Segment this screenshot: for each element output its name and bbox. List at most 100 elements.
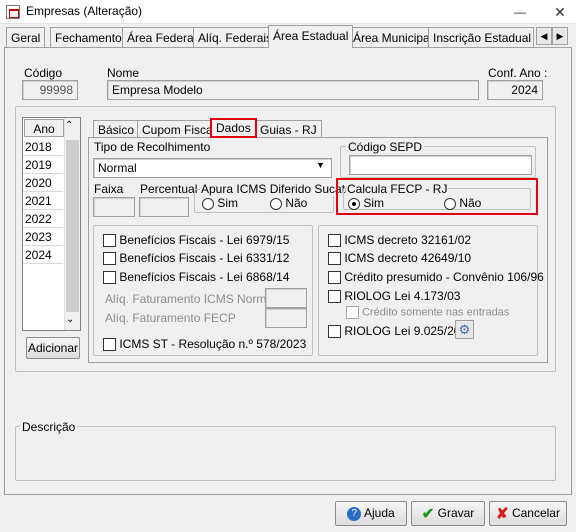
- beneficio-6979-checkbox[interactable]: Benefícios Fiscais - Lei 6979/15: [103, 233, 290, 248]
- percentual-field[interactable]: [139, 197, 189, 217]
- apura-nao-radio[interactable]: Não: [270, 196, 307, 210]
- decreto-label: ICMS decreto 32161/02: [344, 233, 472, 247]
- credito-presumido-checkbox[interactable]: Crédito presumido - Convênio 106/96: [328, 270, 544, 285]
- scroll-up-icon[interactable]: ⌃: [65, 120, 73, 131]
- apura-nao-label: Não: [285, 196, 308, 210]
- cancelar-button[interactable]: ✘ Cancelar: [489, 501, 567, 526]
- subtab-basico[interactable]: Básico: [93, 120, 140, 138]
- icms-32161-checkbox[interactable]: ICMS decreto 32161/02: [328, 233, 472, 248]
- radio-icon: [444, 197, 456, 210]
- tab-fechamento[interactable]: Fechamento: [50, 27, 127, 47]
- decreto-label: Crédito presumido - Convênio 106/96: [344, 270, 544, 284]
- codigo-field[interactable]: 99998: [22, 80, 78, 100]
- subtab-cupom-fiscal[interactable]: Cupom Fiscal: [137, 120, 221, 138]
- decreto-label: ICMS decreto 42649/10: [344, 251, 472, 265]
- riolog-4173-checkbox[interactable]: RIOLOG Lei 4.173/03: [328, 289, 461, 304]
- year-item[interactable]: 2020: [23, 174, 63, 192]
- descricao-group: [15, 426, 556, 481]
- tab-scroll-right-icon[interactable]: ▶: [552, 27, 568, 45]
- help-icon: ?: [347, 506, 362, 521]
- radio-selected-icon: [348, 197, 360, 210]
- ajuda-label: Ajuda: [363, 506, 395, 520]
- scroll-thumb[interactable]: [66, 140, 79, 312]
- beneficio-label: Benefícios Fiscais - Lei 6868/14: [119, 270, 290, 284]
- checkbox-icon: [103, 234, 116, 248]
- conf-ano-field[interactable]: 2024: [487, 80, 543, 100]
- beneficio-6868-checkbox[interactable]: Benefícios Fiscais - Lei 6868/14: [103, 270, 290, 285]
- year-item[interactable]: 2024: [23, 246, 63, 264]
- chevron-down-icon[interactable]: ▼: [316, 160, 325, 170]
- checkbox-icon: [328, 325, 341, 339]
- percentual-label: Percentual: [140, 182, 198, 196]
- cancelar-label: Cancelar: [511, 506, 560, 520]
- sepd-field[interactable]: [349, 155, 532, 175]
- tab-aliq-federais[interactable]: Alíq. Federais: [193, 27, 278, 47]
- tipo-recolhimento-select[interactable]: Normal: [93, 158, 332, 178]
- apura-sim-radio[interactable]: Sim: [202, 196, 238, 210]
- icms-st-checkbox[interactable]: ICMS ST - Resolução n.º 578/2023: [103, 337, 307, 352]
- sepd-label: Código SEPD: [346, 140, 425, 154]
- fecp-nao-radio[interactable]: Não: [444, 196, 481, 210]
- adicionar-button[interactable]: Adicionar: [26, 337, 80, 359]
- aliq-fecp-field[interactable]: [265, 308, 307, 328]
- subtab-guias-rj[interactable]: Guias - RJ: [255, 120, 322, 138]
- icms-st-label: ICMS ST - Resolução n.º 578/2023: [119, 337, 307, 351]
- checkbox-icon: [346, 306, 359, 319]
- year-item[interactable]: 2022: [23, 210, 63, 228]
- tab-geral[interactable]: Geral: [6, 27, 46, 47]
- years-header[interactable]: Ano: [24, 119, 64, 137]
- fecp-sim-label: Sim: [363, 196, 385, 210]
- gear-icon[interactable]: ⚙: [455, 320, 474, 339]
- aliq-icms-normal-label: Alíq. Faturamento ICMS Normal: [105, 292, 276, 306]
- tab-inscricao-estadual[interactable]: Inscrição Estadual S: [428, 27, 534, 47]
- aliq-icms-normal-field[interactable]: [265, 288, 307, 308]
- checkbox-icon: [328, 271, 341, 285]
- credito-entradas-label: Crédito somente nas entradas: [362, 306, 510, 319]
- checkbox-icon: [328, 252, 341, 266]
- scroll-down-icon[interactable]: ⌄: [66, 314, 74, 325]
- riolog-9025-label: RIOLOG Lei 9.025/20: [344, 324, 461, 338]
- riolog-9025-checkbox[interactable]: RIOLOG Lei 9.025/20: [328, 324, 461, 339]
- decreto-label: RIOLOG Lei 4.173/03: [344, 289, 461, 303]
- tipo-recolhimento-label: Tipo de Recolhimento: [94, 140, 211, 154]
- subtab-dados[interactable]: Dados: [210, 118, 257, 138]
- conf-ano-label: Conf. Ano :: [488, 66, 548, 80]
- year-item[interactable]: 2019: [23, 156, 63, 174]
- faixa-field[interactable]: [93, 197, 135, 217]
- apura-label: Apura ICMS Diferido Sucata: [200, 182, 353, 196]
- gravar-label: Gravar: [437, 506, 475, 520]
- checkbox-icon: [103, 252, 116, 266]
- tab-area-municipal[interactable]: Área Municipal: [348, 27, 438, 47]
- credito-entradas-checkbox[interactable]: Crédito somente nas entradas: [346, 306, 509, 319]
- codigo-label: Código: [24, 66, 63, 80]
- beneficio-6331-checkbox[interactable]: Benefícios Fiscais - Lei 6331/12: [103, 251, 290, 266]
- main-tab-strip: Geral Fechamento Área Federal Alíq. Fede…: [4, 25, 574, 48]
- fecp-label: Calcula FECP - RJ: [346, 182, 449, 196]
- check-icon: ✔: [421, 505, 435, 523]
- fecp-nao-label: Não: [459, 196, 482, 210]
- checkbox-icon: [328, 290, 341, 304]
- fecp-sim-radio[interactable]: Sim: [348, 196, 384, 210]
- faixa-label: Faixa: [94, 182, 124, 196]
- year-item[interactable]: 2023: [23, 228, 63, 246]
- ajuda-button[interactable]: ? Ajuda: [335, 501, 407, 526]
- checkbox-icon: [328, 234, 341, 248]
- tab-area-federal[interactable]: Área Federal: [122, 27, 202, 47]
- nome-label: Nome: [107, 66, 140, 80]
- nome-field[interactable]: Empresa Modelo: [107, 80, 479, 100]
- radio-icon: [202, 197, 214, 210]
- minimize-button[interactable]: —: [508, 2, 532, 22]
- icms-42649-checkbox[interactable]: ICMS decreto 42649/10: [328, 251, 472, 266]
- tab-area-estadual[interactable]: Área Estadual: [268, 25, 354, 48]
- cancel-icon: ✘: [496, 505, 509, 523]
- year-item[interactable]: 2021: [23, 192, 63, 210]
- gravar-button[interactable]: ✔ Gravar: [411, 501, 485, 526]
- checkbox-icon: [103, 338, 116, 352]
- close-button[interactable]: ✕: [548, 2, 572, 22]
- app-icon: [6, 5, 20, 19]
- beneficio-label: Benefícios Fiscais - Lei 6979/15: [119, 233, 290, 247]
- year-item[interactable]: 2018: [23, 138, 63, 156]
- checkbox-icon: [103, 271, 116, 285]
- tab-scroll-left-icon[interactable]: ◀: [536, 27, 552, 45]
- beneficio-label: Benefícios Fiscais - Lei 6331/12: [119, 251, 290, 265]
